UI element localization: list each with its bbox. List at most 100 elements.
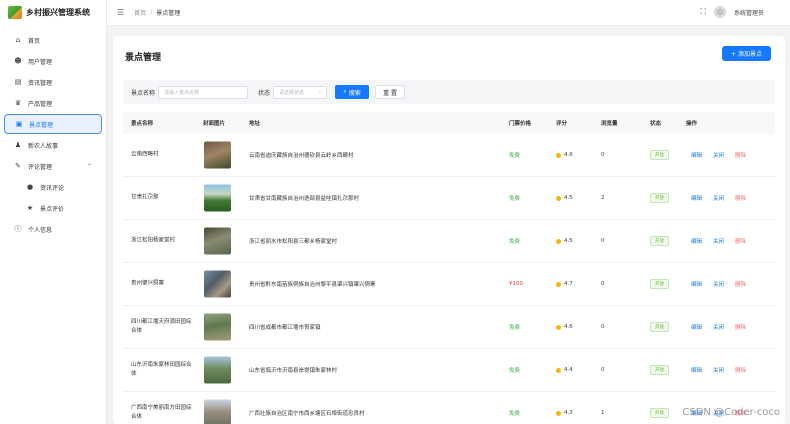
status-select[interactable]: 请选择状态 ⌄: [273, 85, 328, 99]
ticket-price: 免费: [509, 196, 521, 202]
name-search-input[interactable]: 请输入景点名称: [158, 85, 249, 99]
rating: 4.7: [556, 281, 573, 287]
menu-toggle-icon[interactable]: ☰: [117, 8, 124, 17]
rating-value: 4.7: [564, 281, 573, 287]
scenic-address: 广西壮族自治区南宁市西乡塘区石埠街道忠良村: [249, 411, 365, 417]
sidebar-item-products[interactable]: ♛ 产品管理: [4, 93, 102, 113]
name-filter-label: 景点名称: [131, 89, 156, 97]
sidebar-item-home[interactable]: ⌂ 首页: [4, 30, 102, 50]
status-badge: 开放: [650, 236, 669, 246]
fullscreen-icon[interactable]: ⛶: [700, 7, 706, 17]
chevron-up-icon: ⌃: [86, 162, 92, 170]
delete-button[interactable]: 删除: [735, 366, 746, 374]
rating: 4.4: [556, 367, 573, 373]
close-button[interactable]: 关闭: [713, 323, 724, 331]
edit-button[interactable]: 编辑: [691, 151, 702, 159]
add-scenic-button[interactable]: + 添加景点: [722, 46, 771, 61]
col-name: 景点名称: [131, 121, 154, 127]
search-button[interactable]: ⌕ 搜索: [335, 85, 370, 99]
col-cover: 封面图片: [203, 121, 226, 127]
sidebar-item-label: 景点评价: [40, 205, 65, 213]
status-badge: 开放: [650, 193, 669, 203]
scenic-address: 云南省迪庆藏族自治州德钦县云岭乡西畴村: [249, 153, 354, 159]
status-badge: 开放: [650, 365, 669, 375]
scenic-name: 浙江松阳杨家堂村: [131, 237, 176, 244]
cover-image: [204, 227, 231, 255]
sidebar-item-scenic-reviews[interactable]: ★ 景点评价: [4, 198, 102, 218]
page-title: 景点管理: [125, 53, 162, 63]
scenic-name: 四川都江堰天府源田园综合体: [131, 319, 192, 334]
users-icon: ☻: [14, 57, 22, 65]
edit-button[interactable]: 编辑: [691, 323, 702, 331]
scenic-name: 山东沂南朱家林田园综合体: [131, 362, 192, 377]
sidebar-item-news-comments[interactable]: ● 资讯评论: [4, 177, 102, 197]
status-select-placeholder: 请选择状态: [279, 89, 305, 96]
scenic-name: 云南西畴村: [131, 151, 159, 158]
edit-button[interactable]: 编辑: [691, 194, 702, 202]
sidebar-item-stories[interactable]: ♟ 新农人故事: [4, 135, 102, 155]
ticket-price: 免费: [509, 411, 521, 417]
star-icon: [556, 195, 561, 201]
sidebar-item-label: 产品管理: [28, 100, 53, 108]
star-icon: [556, 410, 561, 416]
table-row: 浙江松阳杨家堂村 浙江省丽水市松阳县三都乡杨家堂村 免费 4.5 0 开放 编辑…: [123, 220, 775, 263]
sidebar-item-comments[interactable]: ✎ 评论管理 ⌃: [4, 156, 102, 176]
delete-button[interactable]: 删除: [735, 280, 746, 288]
search-icon: ⌕: [343, 88, 347, 95]
sidebar-item-scenic[interactable]: ▣ 景点管理: [4, 114, 102, 134]
sidebar-item-label: 景点管理: [29, 121, 54, 129]
view-count: 0: [601, 238, 605, 244]
sidebar-item-label: 资讯管理: [28, 79, 53, 87]
edit-button[interactable]: 编辑: [691, 280, 702, 288]
avatar[interactable]: ☺: [713, 6, 726, 18]
delete-button[interactable]: 删除: [735, 194, 746, 202]
breadcrumb-home[interactable]: 首页: [134, 8, 146, 17]
delete-button[interactable]: 删除: [735, 237, 746, 245]
sidebar-item-label: 个人信息: [28, 226, 53, 234]
edit-button[interactable]: 编辑: [691, 237, 702, 245]
sidebar: 乡村振兴管理系统 ⌂ 首页 ☻ 用户管理 ▤ 资讯管理 ♛ 产品管理 ▣ 景点管…: [0, 0, 107, 424]
delete-button[interactable]: 删除: [735, 151, 746, 159]
cover-image: [204, 399, 231, 424]
delete-button[interactable]: 删除: [735, 323, 746, 331]
close-button[interactable]: 关闭: [713, 280, 724, 288]
star-icon: [556, 367, 561, 373]
sidebar-item-profile[interactable]: ⓘ 个人信息: [4, 219, 102, 239]
view-count: 0: [601, 324, 605, 330]
star-icon: [556, 238, 561, 244]
row-actions: 编辑 关闭 删除: [691, 323, 746, 331]
sidebar-item-users[interactable]: ☻ 用户管理: [4, 51, 102, 71]
username[interactable]: 系统管理员: [734, 8, 764, 17]
person-icon: ♟: [14, 141, 22, 149]
sidebar-item-label: 新农人故事: [28, 142, 59, 150]
sidebar-menu: ⌂ 首页 ☻ 用户管理 ▤ 资讯管理 ♛ 产品管理 ▣ 景点管理 ♟ 新农人故事…: [0, 30, 106, 239]
scenic-icon: ▣: [15, 120, 23, 128]
ticket-price: 免费: [509, 239, 521, 245]
main-card: 景点管理 + 添加景点 景点名称 请输入景点名称 状态 请选择状态 ⌄ ⌕ 搜索…: [113, 36, 785, 424]
table-header: 景点名称 封面图片 地址 门票价格 评分 浏览量 状态 操作: [123, 112, 775, 134]
close-button[interactable]: 关闭: [713, 237, 724, 245]
info-icon: ⓘ: [14, 225, 22, 233]
breadcrumb-separator: /: [150, 9, 153, 16]
view-count: 2: [601, 195, 605, 201]
search-filter-bar: 景点名称 请输入景点名称 状态 请选择状态 ⌄ ⌕ 搜索 重 置: [123, 80, 775, 104]
col-status: 状态: [650, 121, 662, 127]
status-filter-label: 状态: [258, 89, 271, 97]
scenic-address: 甘肃省甘南藏族自治州迭部县益哇镇扎尕那村: [249, 196, 360, 202]
close-button[interactable]: 关闭: [713, 366, 724, 374]
rating-value: 4.3: [564, 410, 573, 416]
chat-icon: ●: [26, 183, 34, 191]
edit-button[interactable]: 编辑: [691, 366, 702, 374]
rating: 4.3: [556, 410, 573, 416]
close-button[interactable]: 关闭: [713, 151, 724, 159]
scenic-name: 广西南宁美丽南方田园综合体: [131, 405, 192, 420]
reset-button[interactable]: 重 置: [375, 85, 406, 99]
table-row: 甘肃扎尕那 甘肃省甘南藏族自治州迭部县益哇镇扎尕那村 免费 4.5 2 开放 编…: [123, 177, 775, 220]
scenic-address: 山东省临沂市沂南县岸堤镇朱家林村: [249, 368, 338, 374]
cover-image: [204, 313, 231, 341]
view-count: 1: [601, 410, 605, 416]
app-title: 乡村振兴管理系统: [26, 7, 90, 17]
star-icon: [556, 152, 561, 158]
close-button[interactable]: 关闭: [713, 194, 724, 202]
sidebar-item-news[interactable]: ▤ 资讯管理: [4, 72, 102, 92]
